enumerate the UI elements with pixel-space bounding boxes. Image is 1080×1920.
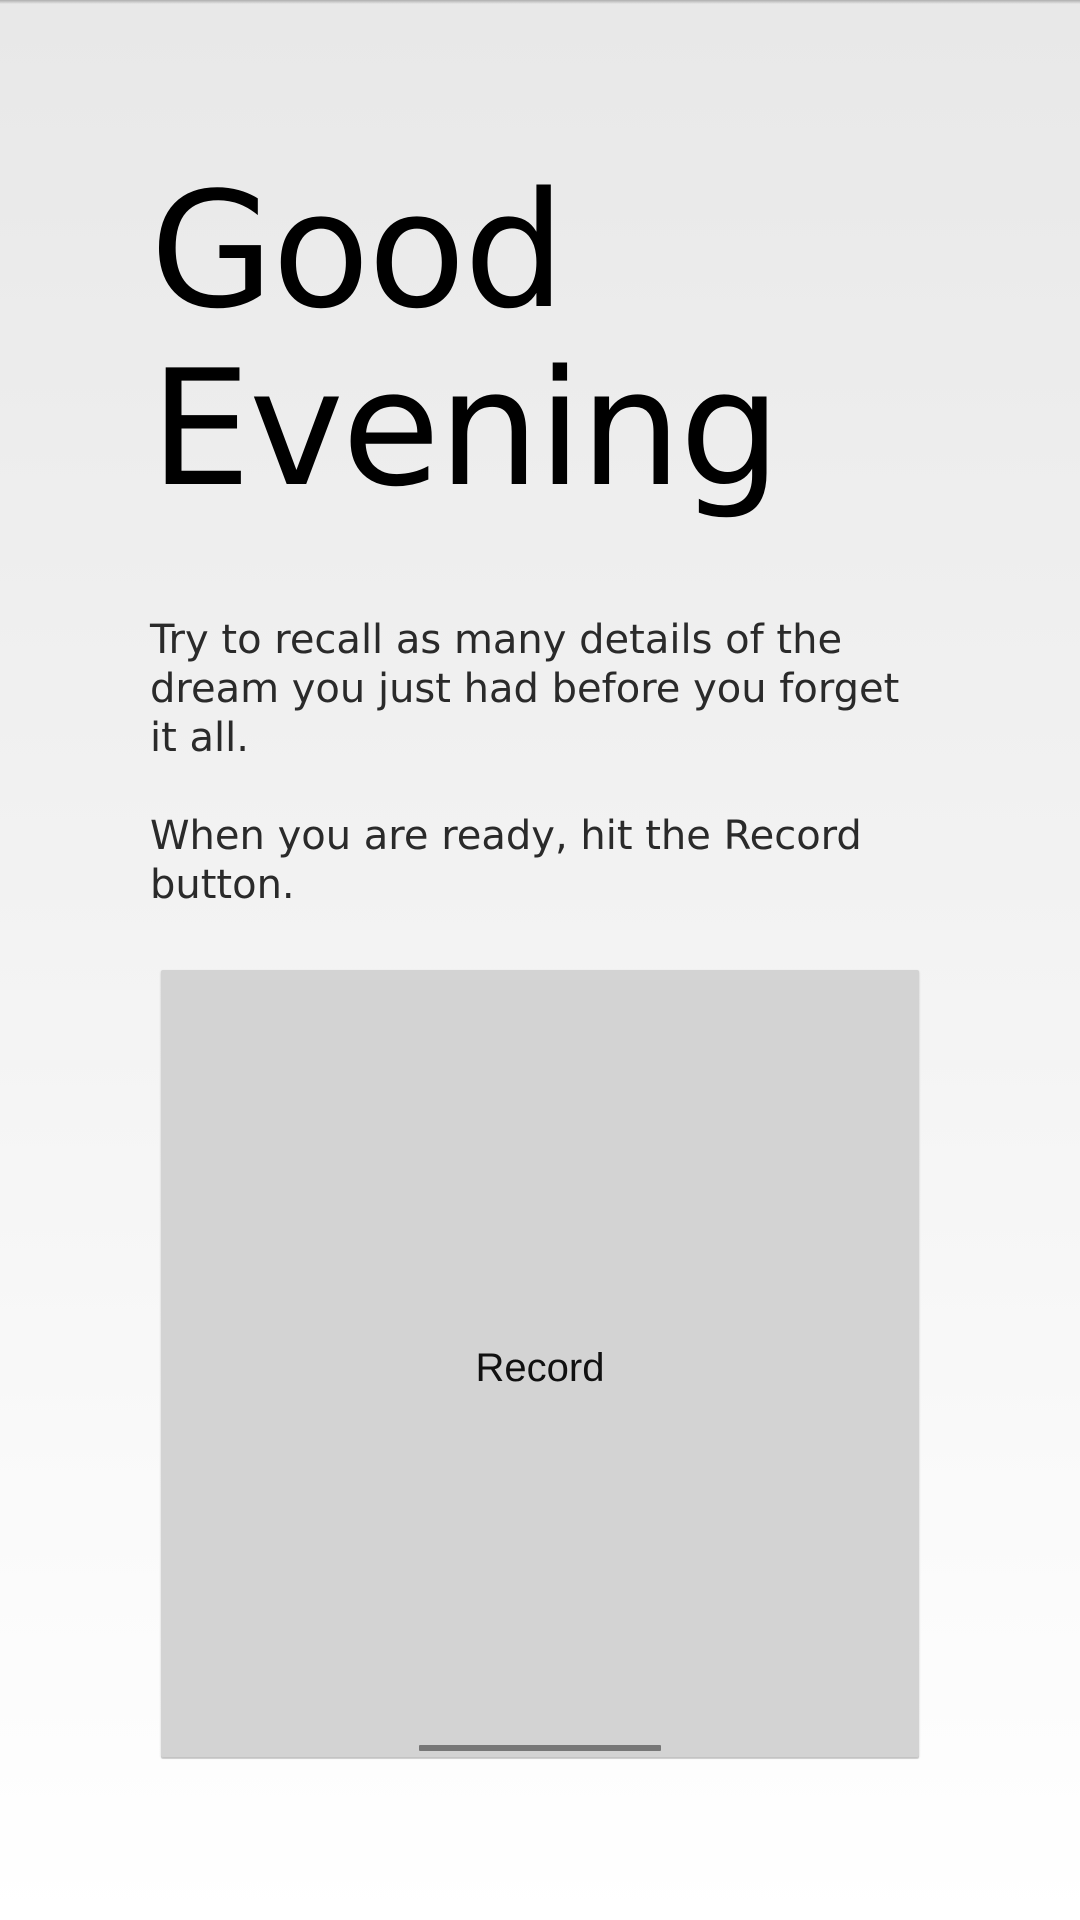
record-button-label: Record xyxy=(475,1346,605,1390)
button-focus-indicator xyxy=(419,1745,661,1751)
greeting-line-1: Good xyxy=(150,157,565,344)
instructions-text: Try to recall as many details of the dre… xyxy=(150,616,930,910)
greeting-line-2: Evening xyxy=(150,335,781,522)
instructions-paragraph-ready: When you are ready, hit the Record butto… xyxy=(150,813,862,908)
greeting-heading: Good Evening xyxy=(150,162,950,518)
instructions-paragraph-recall: Try to recall as many details of the dre… xyxy=(150,617,900,761)
record-button[interactable]: Record xyxy=(161,970,919,1757)
